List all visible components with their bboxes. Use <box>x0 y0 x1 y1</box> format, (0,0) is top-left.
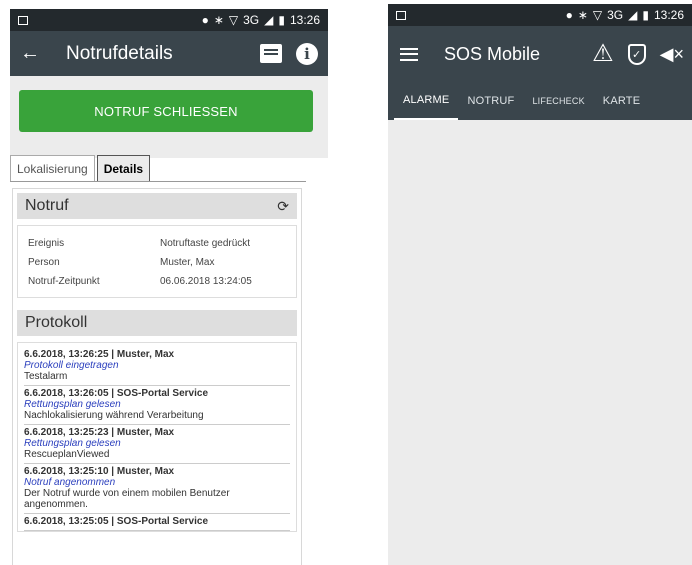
location-icon: ● <box>565 8 573 22</box>
screenshot-icon <box>396 10 406 20</box>
notruf-heading: Notruf <box>25 197 69 214</box>
detail-value: 06.06.2018 13:24:05 <box>160 276 252 287</box>
menu-icon[interactable] <box>400 47 418 61</box>
toolbar: ← Notrufdetails i <box>10 31 328 76</box>
tab-lifecheck[interactable]: LIFECHECK <box>523 82 593 120</box>
message-icon[interactable] <box>260 44 282 63</box>
status-time: 13:26 <box>653 8 684 22</box>
tab-lokalisierung[interactable]: Lokalisierung <box>10 155 95 181</box>
battery-icon: ▮ <box>642 8 649 22</box>
location-icon: ● <box>201 13 209 27</box>
entry-action: Protokoll eingetragen <box>24 360 119 371</box>
page-title: Notrufdetails <box>66 42 173 64</box>
status-bar: ● ∗ ▽ 3G ◢ ▮ 13:26 <box>388 4 692 26</box>
protokoll-entry: 6.6.2018, 13:26:25 | Muster, Max Protoko… <box>24 347 290 386</box>
entry-action: Rettungsplan gelesen <box>24 399 121 410</box>
entry-header: 6.6.2018, 13:25:05 | SOS-Portal Service <box>24 516 209 527</box>
close-emergency-button[interactable]: NOTRUF SCHLIESSEN <box>19 90 313 132</box>
warning-icon[interactable]: ⚠ <box>592 42 614 66</box>
detail-row: Ereignis Notruftaste gedrückt <box>28 234 286 253</box>
tab-divider <box>10 181 306 182</box>
entry-header: 6.6.2018, 13:25:10 | Muster, Max <box>24 466 175 477</box>
detail-row: Person Muster, Max <box>28 253 286 272</box>
entry-text: Nachlokalisierung während Verarbeitung <box>24 410 204 421</box>
toolbar: SOS Mobile ⚠ ✓ ◀× <box>388 26 692 82</box>
entry-text: RescueplanViewed <box>24 449 110 460</box>
protokoll-heading: Protokoll <box>25 314 88 331</box>
signal-icon: ◢ <box>628 8 638 22</box>
refresh-icon[interactable]: ⟳ <box>277 198 289 215</box>
protokoll-section-header: Protokoll <box>17 310 297 336</box>
wifi-icon: ▽ <box>592 8 603 22</box>
info-icon[interactable]: i <box>296 42 318 65</box>
bluetooth-icon: ∗ <box>213 13 224 27</box>
tab-notruf[interactable]: NOTRUF <box>458 82 523 120</box>
details-panel: Notruf ⟳ Ereignis Notruftaste gedrückt P… <box>12 188 302 565</box>
status-bar: ● ∗ ▽ 3G ◢ ▮ 13:26 <box>10 9 328 31</box>
screenshot-icon <box>18 15 28 25</box>
protokoll-list: 6.6.2018, 13:26:25 | Muster, Max Protoko… <box>17 342 297 532</box>
status-time: 13:26 <box>289 13 320 27</box>
detail-value: Notruftaste gedrückt <box>160 238 251 249</box>
notruf-section-header: Notruf ⟳ <box>17 193 297 219</box>
detail-key: Notruf-Zeitpunkt <box>28 276 100 287</box>
wifi-icon: ▽ <box>228 13 239 27</box>
detail-tabs: Lokalisierung Details <box>10 155 151 181</box>
network-type: 3G <box>243 13 260 27</box>
entry-header: 6.6.2018, 13:26:25 | Muster, Max <box>24 349 175 360</box>
button-area: NOTRUF SCHLIESSEN <box>10 76 328 158</box>
tab-alarme[interactable]: ALARME <box>394 82 459 120</box>
protokoll-entry: 6.6.2018, 13:25:10 | Muster, Max Notruf … <box>24 464 290 514</box>
detail-value: Muster, Max <box>160 257 215 268</box>
protokoll-entry: 6.6.2018, 13:25:05 | SOS-Portal Service <box>24 514 290 531</box>
entry-text: Der Notruf wurde von einem mobilen Benut… <box>24 488 230 510</box>
mute-icon[interactable]: ◀× <box>660 44 684 65</box>
app-title: SOS Mobile <box>444 43 541 64</box>
entry-header: 6.6.2018, 13:26:05 | SOS-Portal Service <box>24 388 209 399</box>
detail-key: Ereignis <box>28 238 65 249</box>
tab-details[interactable]: Details <box>96 155 151 181</box>
tab-karte[interactable]: KARTE <box>594 82 649 120</box>
signal-icon: ◢ <box>264 13 274 27</box>
entry-text: Testalarm <box>24 371 68 382</box>
main-tabs: ALARME NOTRUF LIFECHECK KARTE <box>388 82 692 120</box>
right-phone-screen: ● ∗ ▽ 3G ◢ ▮ 13:26 SOS Mobile ⚠ ✓ ◀× ALA… <box>388 4 692 565</box>
entry-header: 6.6.2018, 13:25:23 | Muster, Max <box>24 427 175 438</box>
network-type: 3G <box>607 8 624 22</box>
entry-action: Rettungsplan gelesen <box>24 438 121 449</box>
bluetooth-icon: ∗ <box>577 8 588 22</box>
shield-check-icon[interactable]: ✓ <box>627 43 646 65</box>
entry-action: Notruf angenommen <box>24 477 116 488</box>
notruf-details: Ereignis Notruftaste gedrückt Person Mus… <box>17 225 297 298</box>
detail-row: Notruf-Zeitpunkt 06.06.2018 13:24:05 <box>28 272 286 291</box>
detail-key: Person <box>28 257 60 268</box>
protokoll-entry: 6.6.2018, 13:25:23 | Muster, Max Rettung… <box>24 425 290 464</box>
back-arrow-icon[interactable]: ← <box>20 42 50 65</box>
battery-icon: ▮ <box>278 13 285 27</box>
protokoll-entry: 6.6.2018, 13:26:05 | SOS-Portal Service … <box>24 386 290 425</box>
